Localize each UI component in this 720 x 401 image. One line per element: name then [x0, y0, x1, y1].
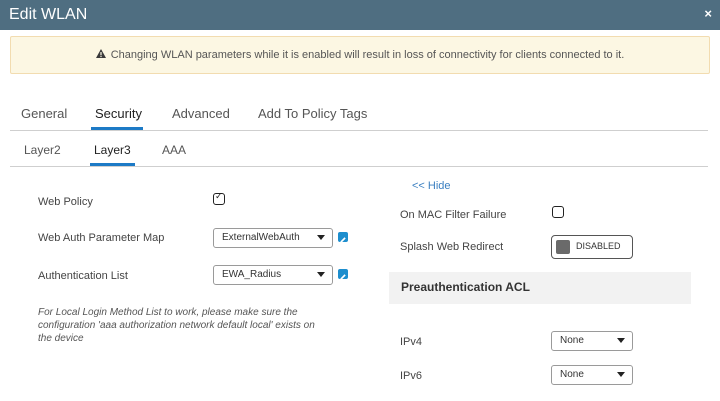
- ipv4-acl-select[interactable]: None: [551, 331, 633, 351]
- title-bar: Edit WLAN ×: [0, 0, 720, 30]
- preauthentication-acl-header: Preauthentication ACL: [389, 272, 691, 304]
- edit-icon[interactable]: [338, 232, 348, 243]
- tab-advanced[interactable]: Advanced: [172, 106, 230, 121]
- subtabs-divider: [10, 166, 708, 167]
- warning-triangle-icon: [95, 49, 106, 61]
- web-auth-parameter-map-value: ExternalWebAuth: [222, 232, 300, 243]
- web-auth-parameter-map-label: Web Auth Parameter Map: [38, 232, 165, 244]
- preauthentication-acl-title: Preauthentication ACL: [401, 280, 530, 294]
- edit-icon[interactable]: [338, 269, 348, 280]
- authentication-list-select[interactable]: EWA_Radius: [213, 265, 333, 285]
- authentication-list-value: EWA_Radius: [222, 269, 282, 280]
- web-auth-parameter-map-select[interactable]: ExternalWebAuth: [213, 228, 333, 248]
- toggle-knob: [556, 240, 570, 254]
- splash-web-redirect-label: Splash Web Redirect: [400, 241, 504, 253]
- window-title: Edit WLAN: [9, 6, 88, 23]
- warning-text: Changing WLAN parameters while it is ena…: [110, 49, 625, 61]
- mac-filter-failure-checkbox[interactable]: [552, 206, 564, 218]
- warning-banner: Changing WLAN parameters while it is ena…: [10, 36, 710, 74]
- tabs-divider: [10, 130, 708, 131]
- tab-general[interactable]: General: [21, 106, 67, 121]
- ipv4-label: IPv4: [400, 336, 423, 348]
- ipv6-acl-value: None: [560, 369, 584, 380]
- tab-add-to-policy-tags[interactable]: Add To Policy Tags: [258, 106, 367, 121]
- tab-security[interactable]: Security: [95, 106, 142, 121]
- checkmark-icon: ✓: [215, 191, 223, 201]
- subtab-layer2[interactable]: Layer2: [24, 143, 61, 157]
- ipv6-label: IPv6: [400, 370, 423, 382]
- chevron-down-icon: [317, 272, 325, 277]
- subtab-layer3[interactable]: Layer3: [94, 143, 131, 157]
- subtab-aaa[interactable]: AAA: [162, 143, 186, 157]
- chevron-down-icon: [617, 338, 625, 343]
- web-policy-checkbox[interactable]: ✓: [213, 191, 225, 205]
- toggle-state: DISABLED: [576, 241, 621, 251]
- ipv4-acl-value: None: [560, 335, 584, 346]
- chevron-down-icon: [617, 372, 625, 377]
- close-icon[interactable]: ×: [704, 6, 712, 22]
- ipv6-acl-select[interactable]: None: [551, 365, 633, 385]
- web-policy-label: Web Policy: [38, 196, 93, 208]
- hide-link[interactable]: << Hide: [412, 180, 451, 192]
- chevron-down-icon: [317, 235, 325, 240]
- mac-filter-failure-label: On MAC Filter Failure: [400, 209, 507, 221]
- authentication-list-label: Authentication List: [38, 270, 128, 282]
- splash-web-redirect-toggle[interactable]: DISABLED: [551, 235, 633, 259]
- local-login-note: For Local Login Method List to work, ple…: [38, 307, 315, 344]
